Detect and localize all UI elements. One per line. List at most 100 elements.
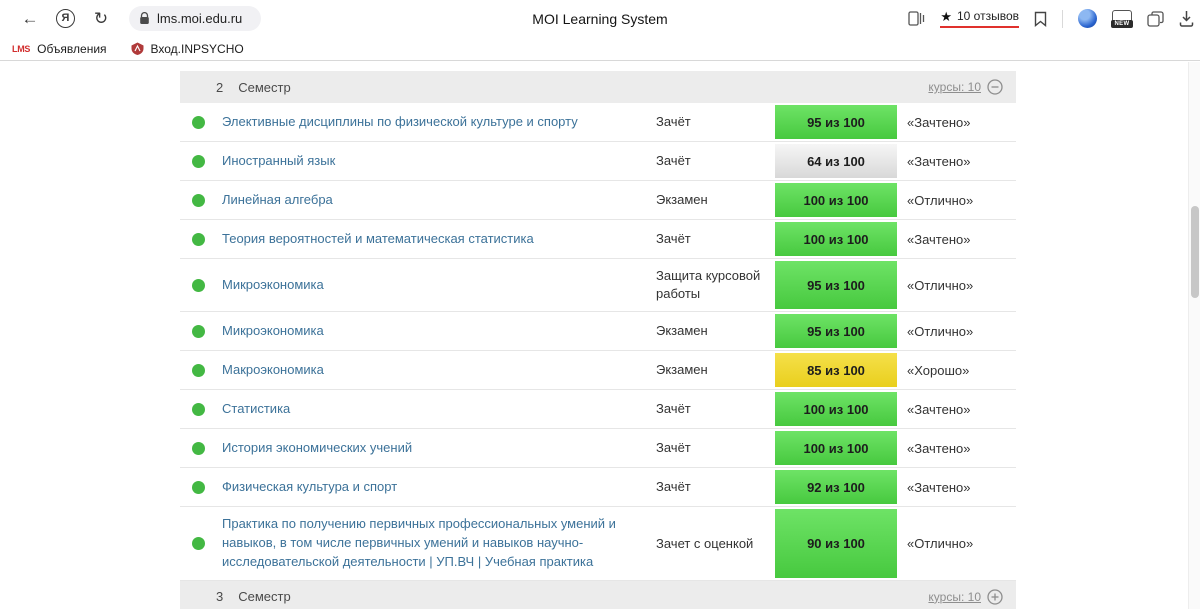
assessment-type: Зачёт [656,392,775,426]
active-status-icon [192,481,205,494]
semester-label: Семестр [238,589,290,604]
grade-text: «Отлично» [897,278,1016,293]
scrollbar-thumb[interactable] [1191,206,1199,298]
bookmark-label: Вход.INPSYCHO [151,42,244,56]
bookmark-label: Объявления [37,42,106,56]
course-row: Макроэкономика Экзамен 85 из 100 «Хорошо… [180,351,1016,390]
course-row: Иностранный язык Зачёт 64 из 100 «Зачтен… [180,142,1016,181]
semester-header: 2 Семестр курсы: 10 [180,71,1016,103]
score-badge: 90 из 100 [775,507,897,580]
course-link[interactable]: Микроэкономика [216,268,656,303]
toolbar-right-icons: ★ 10 отзывов NEW [908,0,1194,37]
status-dot-cell [180,155,216,168]
active-status-icon [192,364,205,377]
download-icon[interactable] [1179,10,1194,27]
page-title: MOI Learning System [532,11,667,27]
status-dot-cell [180,442,216,455]
score-badge: 92 из 100 [775,468,897,506]
score-badge: 100 из 100 [775,181,897,219]
grade-text: «Зачтено» [897,441,1016,456]
status-dot-cell [180,403,216,416]
back-icon[interactable]: ← [20,9,40,29]
grade-text: «Отлично» [897,536,1016,551]
active-status-icon [192,279,205,292]
profile-avatar-icon[interactable] [1078,9,1097,28]
course-row: Практика по получению первичных професси… [180,507,1016,581]
bookmarks-bar: LMS Объявления Вход.INPSYCHO [0,37,1200,60]
course-link[interactable]: Теория вероятностей и математическая ста… [216,222,656,257]
course-link[interactable]: Макроэкономика [216,353,656,388]
grade-text: «Зачтено» [897,232,1016,247]
star-icon: ★ [940,10,952,23]
active-status-icon [192,116,205,129]
status-dot-cell [180,364,216,377]
grade-text: «Зачтено» [897,402,1016,417]
scrollbar[interactable] [1188,62,1200,609]
course-row: Элективные дисциплины по физической куль… [180,103,1016,142]
course-link[interactable]: Иностранный язык [216,144,656,179]
bookmark-item-inpsycho[interactable]: Вход.INPSYCHO [131,42,244,56]
active-status-icon [192,442,205,455]
course-link[interactable]: Физическая культура и спорт [216,470,656,505]
expand-icon[interactable] [987,589,1003,605]
grade-text: «Зачтено» [897,115,1016,130]
status-dot-cell [180,481,216,494]
browser-chrome: ← Я ↻ lms.moi.edu.ru MOI Learning System… [0,0,1200,61]
course-link[interactable]: Статистика [216,392,656,427]
active-status-icon [192,194,205,207]
score-badge: 95 из 100 [775,259,897,311]
score-badge: 100 из 100 [775,429,897,467]
yandex-icon[interactable]: Я [56,9,75,28]
grade-text: «Зачтено» [897,480,1016,495]
assessment-type: Экзамен [656,183,775,217]
active-status-icon [192,403,205,416]
active-status-icon [192,155,205,168]
course-row: История экономических учений Зачёт 100 и… [180,429,1016,468]
new-badge: NEW [1111,20,1133,28]
new-extension-icon[interactable]: NEW [1112,10,1132,28]
assessment-type: Зачёт [656,105,775,139]
status-dot-cell [180,194,216,207]
assessment-type: Экзамен [656,353,775,387]
active-status-icon [192,537,205,550]
course-row: Микроэкономика Экзамен 95 из 100 «Отличн… [180,312,1016,351]
grade-text: «Отлично» [897,324,1016,339]
status-dot-cell [180,116,216,129]
course-link[interactable]: Практика по получению первичных професси… [216,507,656,580]
course-row: Теория вероятностей и математическая ста… [180,220,1016,259]
dialog-icon[interactable] [1147,11,1164,27]
lock-icon [139,12,150,25]
score-badge: 95 из 100 [775,103,897,141]
course-link[interactable]: Линейная алгебра [216,183,656,218]
course-row: Статистика Зачёт 100 из 100 «Зачтено» [180,390,1016,429]
assessment-type: Зачёт [656,431,775,465]
semester-number: 3 [216,589,223,604]
assessment-type: Зачёт [656,470,775,504]
bookmark-icon[interactable] [1034,11,1047,27]
bookmark-item-announcements[interactable]: LMS Объявления [12,42,107,56]
address-bar[interactable]: lms.moi.edu.ru [129,6,261,31]
collections-icon[interactable] [908,11,925,26]
active-status-icon [192,325,205,338]
course-link[interactable]: Микроэкономика [216,314,656,349]
refresh-icon[interactable]: ↻ [91,9,111,29]
reviews-rating[interactable]: ★ 10 отзывов [940,9,1019,28]
url-text: lms.moi.edu.ru [157,11,242,26]
gradebook-table: 2 Семестр курсы: 10 Элективные дисциплин… [180,71,1016,609]
status-dot-cell [180,279,216,292]
semester-footer: 3 Семестр курсы: 10 [180,581,1016,609]
grade-text: «Отлично» [897,193,1016,208]
course-link[interactable]: История экономических учений [216,431,656,466]
course-link[interactable]: Элективные дисциплины по физической куль… [216,105,656,140]
inpsycho-favicon [131,42,144,55]
course-row: Физическая культура и спорт Зачёт 92 из … [180,468,1016,507]
active-status-icon [192,233,205,246]
courses-count-link[interactable]: курсы: 10 [928,80,981,94]
status-dot-cell [180,537,216,550]
status-dot-cell [180,233,216,246]
score-badge: 95 из 100 [775,312,897,350]
assessment-type: Зачёт [656,144,775,178]
courses-count-link[interactable]: курсы: 10 [928,590,981,604]
collapse-icon[interactable] [987,79,1003,95]
toolbar-divider [1062,10,1063,28]
